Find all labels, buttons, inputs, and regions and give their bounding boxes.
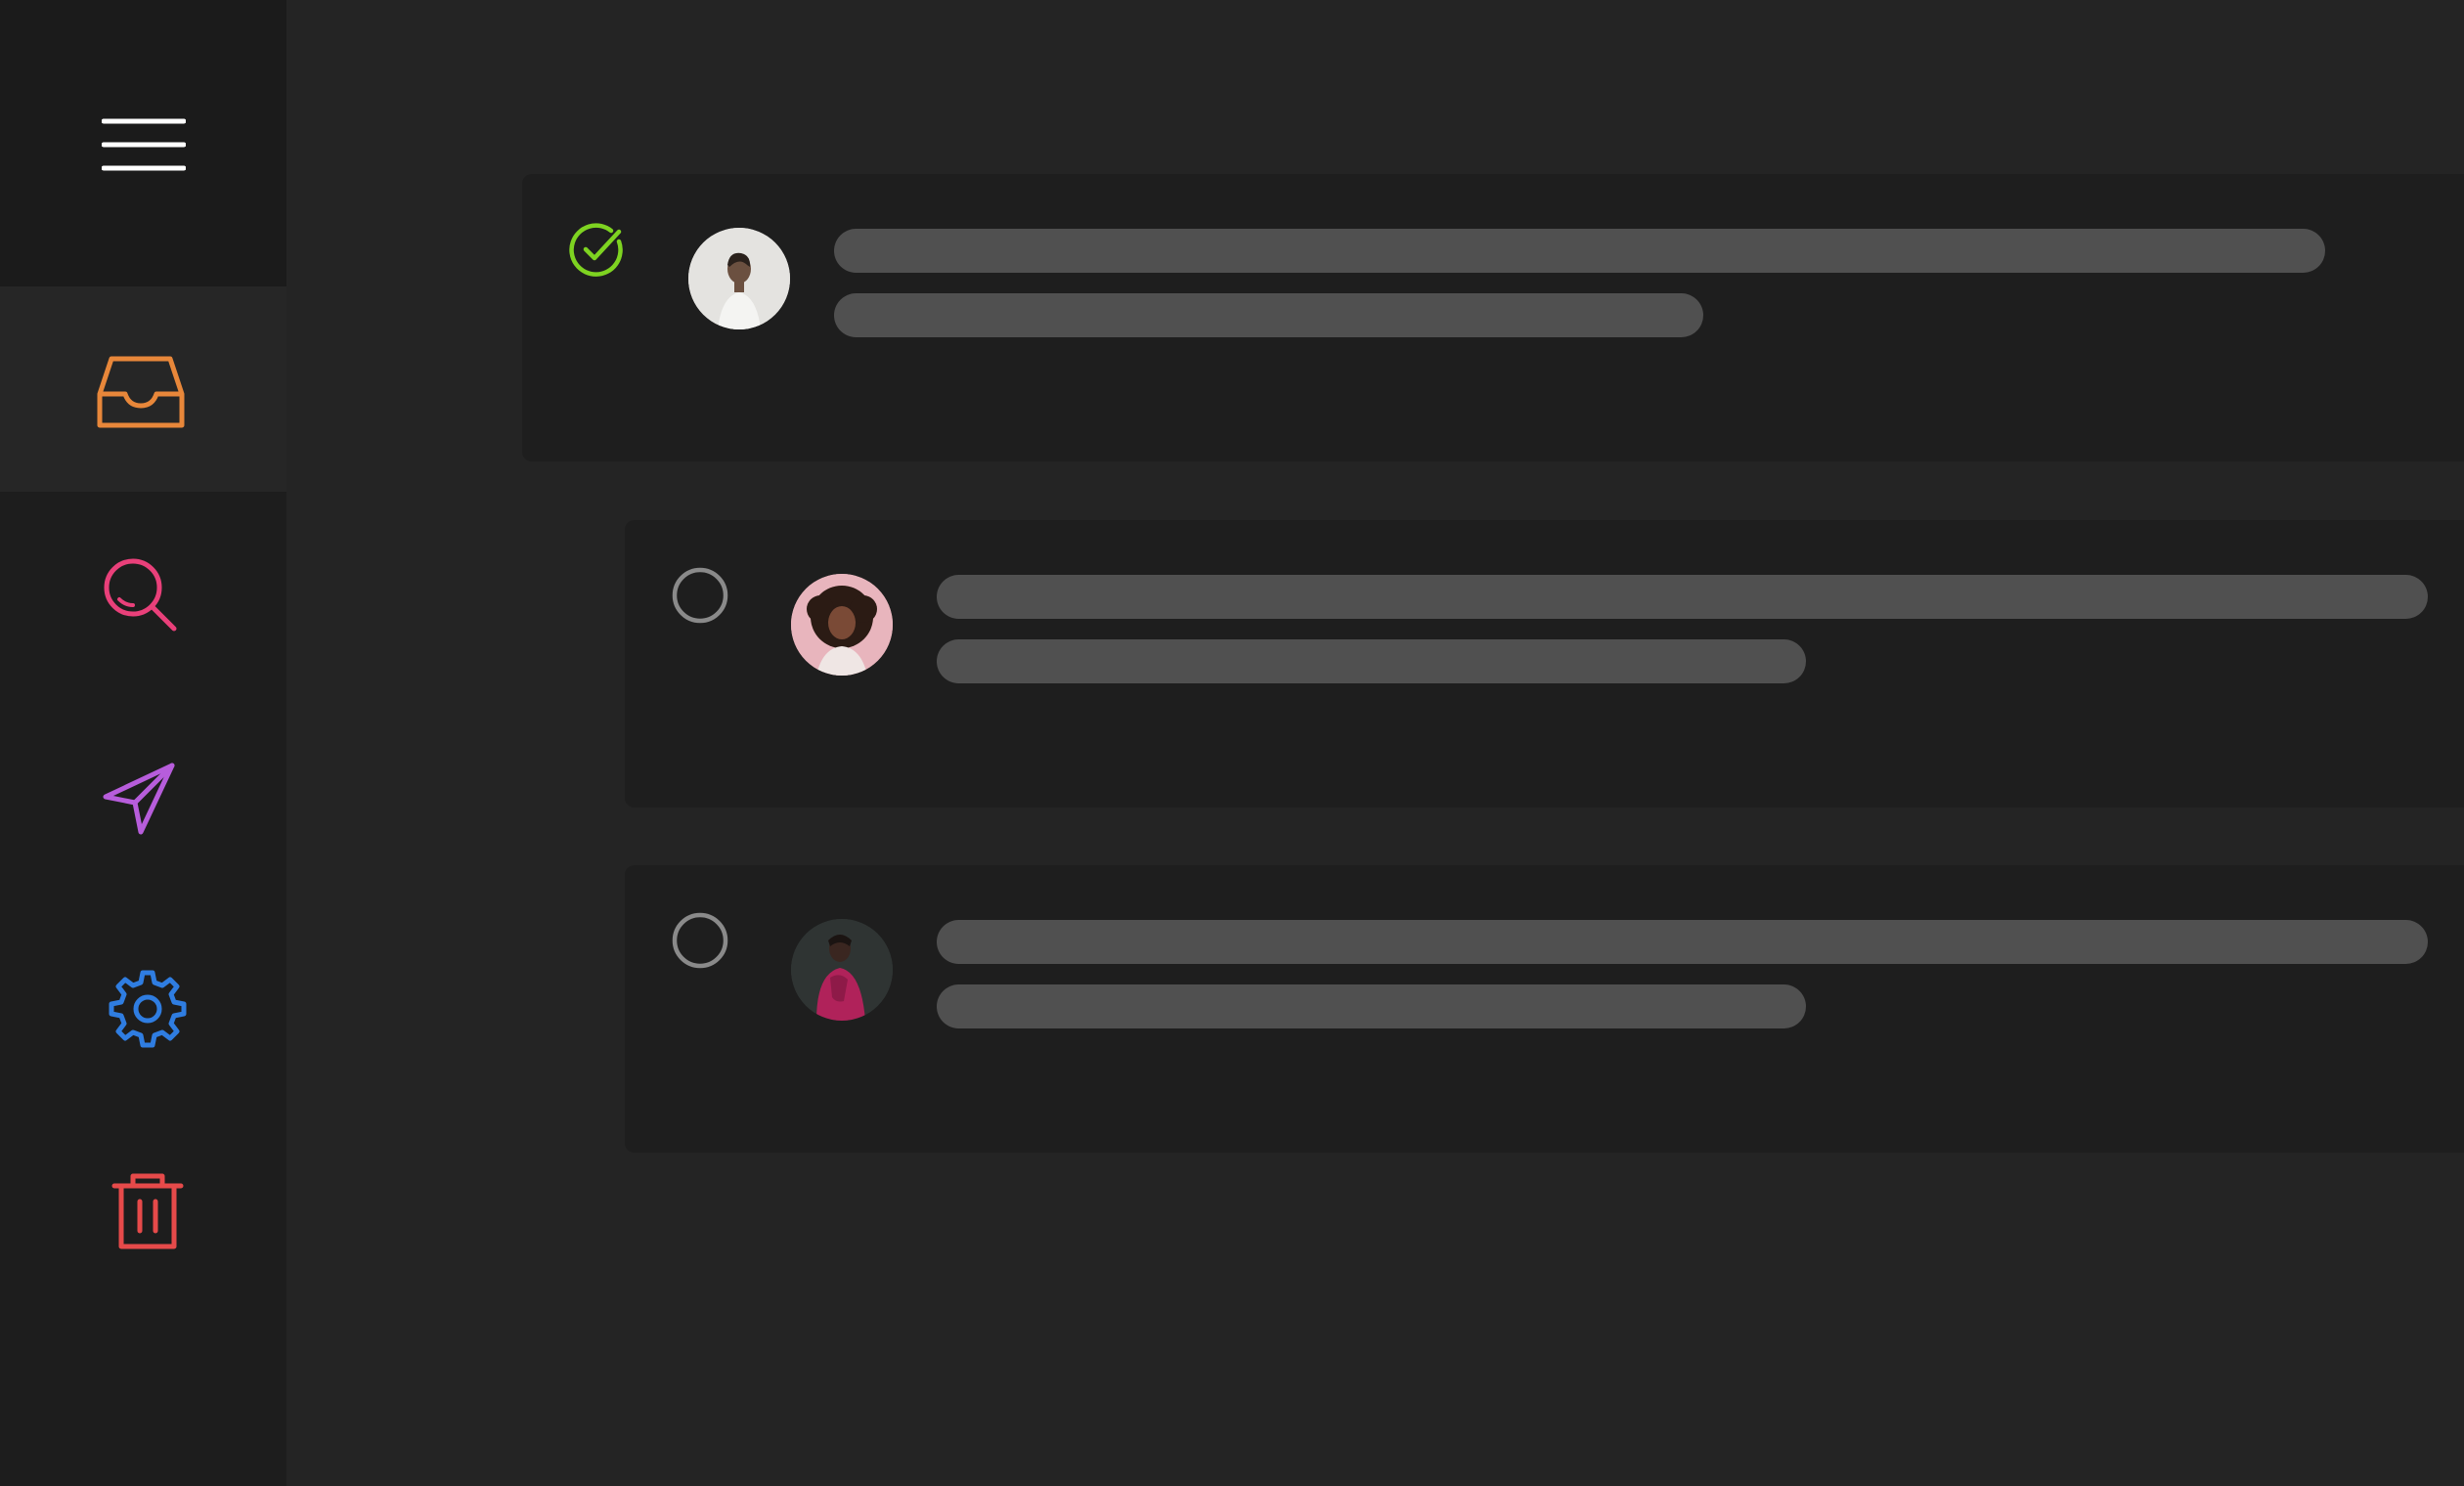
list-item[interactable] [522, 174, 2464, 461]
message-list [286, 0, 2464, 1486]
hamburger-menu-icon [102, 118, 186, 171]
avatar [791, 919, 893, 1021]
sidebar-item-settings[interactable] [0, 902, 286, 1108]
message-preview-placeholder [834, 293, 1703, 337]
mail-app [0, 0, 2464, 1486]
unchecked-circle-icon[interactable] [671, 911, 729, 970]
avatar [688, 228, 790, 329]
avatar [791, 574, 893, 676]
message-preview-placeholder [937, 984, 1806, 1028]
message-subject-placeholder [834, 229, 2325, 273]
message-subject-placeholder [937, 920, 2428, 964]
search-icon [104, 558, 177, 632]
send-icon [103, 763, 175, 835]
sidebar-item-sent[interactable] [0, 697, 286, 902]
sidebar-item-trash[interactable] [0, 1108, 286, 1313]
avatar-man-white-shirt [688, 228, 790, 329]
list-item[interactable] [625, 865, 2464, 1153]
menu-button[interactable] [0, 0, 286, 286]
avatar-woman-curly-hair [791, 574, 893, 676]
sidebar-item-search[interactable] [0, 492, 286, 697]
gear-icon [109, 970, 187, 1048]
unchecked-circle-icon[interactable] [671, 566, 729, 625]
inbox-icon [97, 356, 185, 428]
sidebar-item-inbox[interactable] [0, 286, 286, 492]
message-preview-placeholder [937, 639, 1806, 683]
avatar-woman-pink-jacket [791, 919, 893, 1021]
list-item[interactable] [625, 520, 2464, 808]
message-subject-placeholder [937, 575, 2428, 619]
sidebar [0, 0, 286, 1486]
trash-icon [111, 1173, 184, 1249]
check-circle-icon[interactable] [568, 220, 627, 279]
